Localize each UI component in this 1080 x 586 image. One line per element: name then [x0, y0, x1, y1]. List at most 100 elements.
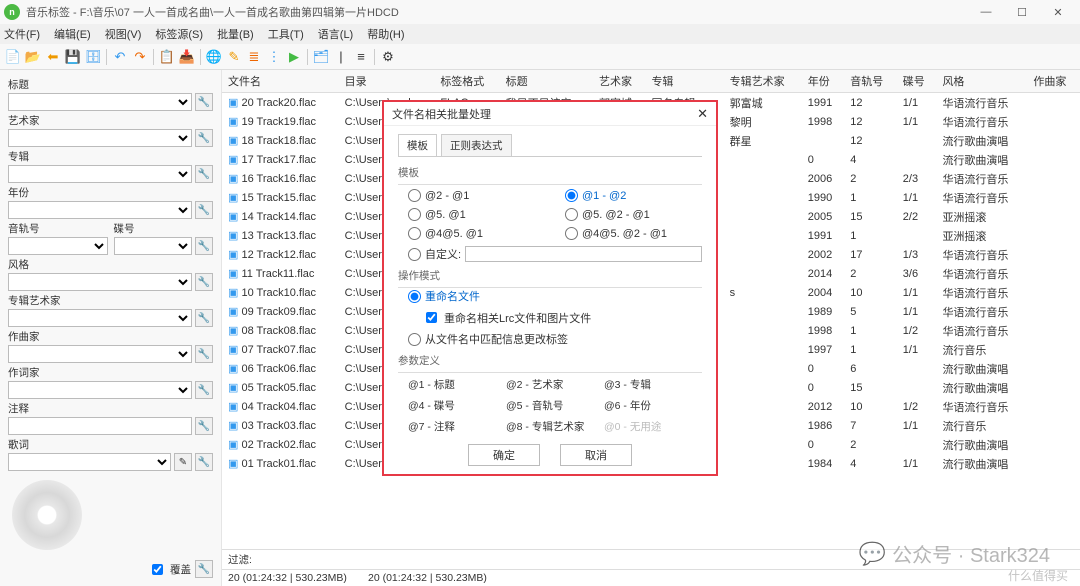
- radio-opt-3[interactable]: @5. @2 - @1: [565, 208, 702, 221]
- col-header[interactable]: 文件名: [222, 70, 339, 93]
- grip-icon[interactable]: ≡: [352, 48, 370, 66]
- play-icon[interactable]: ▶: [285, 48, 303, 66]
- radio-opt-5[interactable]: @4@5. @2 - @1: [565, 227, 702, 240]
- group-params: 参数定义: [398, 353, 702, 368]
- col-header[interactable]: 音轨号: [844, 70, 896, 93]
- radio-opt-1[interactable]: @1 - @2: [565, 189, 702, 202]
- field-track[interactable]: [8, 237, 108, 255]
- field-comment[interactable]: [8, 417, 192, 435]
- menu-0[interactable]: 文件(F): [4, 26, 40, 42]
- pencil-icon[interactable]: ✎: [225, 48, 243, 66]
- col-header[interactable]: 年份: [802, 70, 845, 93]
- tab-template[interactable]: 模板: [398, 134, 437, 156]
- batch-rename-dialog: 文件名相关批量处理 ✕ 模板 正则表达式 模板 @2 - @1 @1 - @2 …: [382, 100, 718, 476]
- field-album[interactable]: [8, 165, 192, 183]
- col-header[interactable]: 目录: [339, 70, 435, 93]
- paste-icon[interactable]: 📥: [178, 48, 196, 66]
- new-icon[interactable]: 📄: [4, 48, 22, 66]
- wrench-composer-icon[interactable]: 🔧: [195, 345, 213, 363]
- col-header[interactable]: 标签格式: [434, 70, 499, 93]
- op-rename-related[interactable]: 重命名相关Lrc文件和图片文件: [422, 309, 702, 326]
- col-header[interactable]: 碟号: [897, 70, 937, 93]
- ok-button[interactable]: 确定: [468, 444, 540, 466]
- col-header[interactable]: 专辑: [645, 70, 723, 93]
- list-icon[interactable]: ⋮: [265, 48, 283, 66]
- net-search-icon[interactable]: 🌐: [205, 48, 223, 66]
- field-lyrics[interactable]: [8, 453, 171, 471]
- wrench-year-icon[interactable]: 🔧: [195, 201, 213, 219]
- saveall-icon[interactable]: 🗄: [84, 48, 102, 66]
- field-title[interactable]: [8, 93, 192, 111]
- dialog-close-icon[interactable]: ✕: [697, 106, 708, 122]
- wrench-title-icon[interactable]: 🔧: [195, 93, 213, 111]
- override-checkbox[interactable]: [152, 564, 163, 575]
- radio-opt-0[interactable]: @2 - @1: [408, 189, 545, 202]
- label-lyricist: 作词家: [8, 365, 213, 380]
- field-genre[interactable]: [8, 273, 192, 291]
- status-1: 20 (01:24:32 | 530.23MB): [228, 572, 368, 584]
- minimize-button[interactable]: —: [968, 0, 1004, 24]
- field-year[interactable]: [8, 201, 192, 219]
- group-opmode: 操作模式: [398, 268, 702, 283]
- field-albumartist[interactable]: [8, 309, 192, 327]
- op-match[interactable]: 从文件名中匹配信息更改标签: [408, 331, 702, 347]
- label-albumartist: 专辑艺术家: [8, 293, 213, 308]
- menu-6[interactable]: 语言(L): [318, 26, 353, 42]
- bullet-icon[interactable]: ≣: [245, 48, 263, 66]
- menu-4[interactable]: 批量(B): [217, 26, 254, 42]
- custom-pattern-input[interactable]: [465, 246, 702, 262]
- window-title: 音乐标签 - F:\音乐\07 一人一首成名曲\一人一首成名歌曲第四辑第一片HD…: [26, 4, 968, 20]
- col-header[interactable]: 艺术家: [593, 70, 645, 93]
- wrench-lyricist-icon[interactable]: 🔧: [195, 381, 213, 399]
- field-disc[interactable]: [114, 237, 193, 255]
- op-rename[interactable]: 重命名文件: [408, 288, 702, 304]
- menu-5[interactable]: 工具(T): [268, 26, 304, 42]
- wrench-genre-icon[interactable]: 🔧: [195, 273, 213, 291]
- maximize-button[interactable]: ☐: [1004, 0, 1040, 24]
- cancel-button[interactable]: 取消: [560, 444, 632, 466]
- radio-custom[interactable]: 自定义:: [408, 246, 702, 262]
- field-artist[interactable]: [8, 129, 192, 147]
- col-header[interactable]: 专辑艺术家: [724, 70, 802, 93]
- toolbar: 📄 📂 ⬅ 💾 🗄 ↶ ↷ 📋 📥 🌐 ✎ ≣ ⋮ ▶ 🗂 | ≡ ⚙: [0, 44, 1080, 70]
- menu-2[interactable]: 视图(V): [105, 26, 142, 42]
- redo-icon[interactable]: ↷: [131, 48, 149, 66]
- field-composer[interactable]: [8, 345, 192, 363]
- wrench-comment-icon[interactable]: 🔧: [195, 417, 213, 435]
- field-lyricist[interactable]: [8, 381, 192, 399]
- menu-1[interactable]: 编辑(E): [54, 26, 91, 42]
- radio-opt-4[interactable]: @4@5. @1: [408, 227, 545, 240]
- open-icon[interactable]: 📂: [24, 48, 42, 66]
- wrench-album-icon[interactable]: 🔧: [195, 165, 213, 183]
- wrench-artist-icon[interactable]: 🔧: [195, 129, 213, 147]
- nav-back-icon[interactable]: ⬅: [44, 48, 62, 66]
- col-header[interactable]: 标题: [500, 70, 593, 93]
- menu-7[interactable]: 帮助(H): [367, 26, 404, 42]
- col-header[interactable]: 风格: [936, 70, 1027, 93]
- undo-icon[interactable]: ↶: [111, 48, 129, 66]
- menu-3[interactable]: 标签源(S): [155, 26, 203, 42]
- label-composer: 作曲家: [8, 329, 213, 344]
- wrench-disc-icon[interactable]: 🔧: [195, 237, 213, 255]
- tab-regex[interactable]: 正则表达式: [441, 134, 512, 156]
- wrench-cover-icon[interactable]: 🔧: [195, 560, 213, 578]
- tool-icon[interactable]: 🗂: [312, 48, 330, 66]
- label-album: 专辑: [8, 149, 213, 164]
- close-button[interactable]: ✕: [1040, 0, 1076, 24]
- label-artist: 艺术家: [8, 113, 213, 128]
- album-art[interactable]: [12, 480, 82, 550]
- param-4: @4 - 碟号: [408, 398, 506, 413]
- param-7: @7 - 注释: [408, 419, 506, 434]
- radio-opt-2[interactable]: @5. @1: [408, 208, 545, 221]
- sep-icon[interactable]: |: [332, 48, 350, 66]
- wrench-lyrics-icon[interactable]: 🔧: [195, 453, 213, 471]
- col-header[interactable]: 作曲家: [1027, 70, 1080, 93]
- label-year: 年份: [8, 185, 213, 200]
- param-5: @5 - 音轨号: [506, 398, 604, 413]
- wrench-albumartist-icon[interactable]: 🔧: [195, 309, 213, 327]
- gear-icon[interactable]: ⚙: [379, 48, 397, 66]
- param-1: @1 - 标题: [408, 377, 506, 392]
- save-icon[interactable]: 💾: [64, 48, 82, 66]
- copy-icon[interactable]: 📋: [158, 48, 176, 66]
- edit-lyrics-icon[interactable]: ✎: [174, 453, 192, 471]
